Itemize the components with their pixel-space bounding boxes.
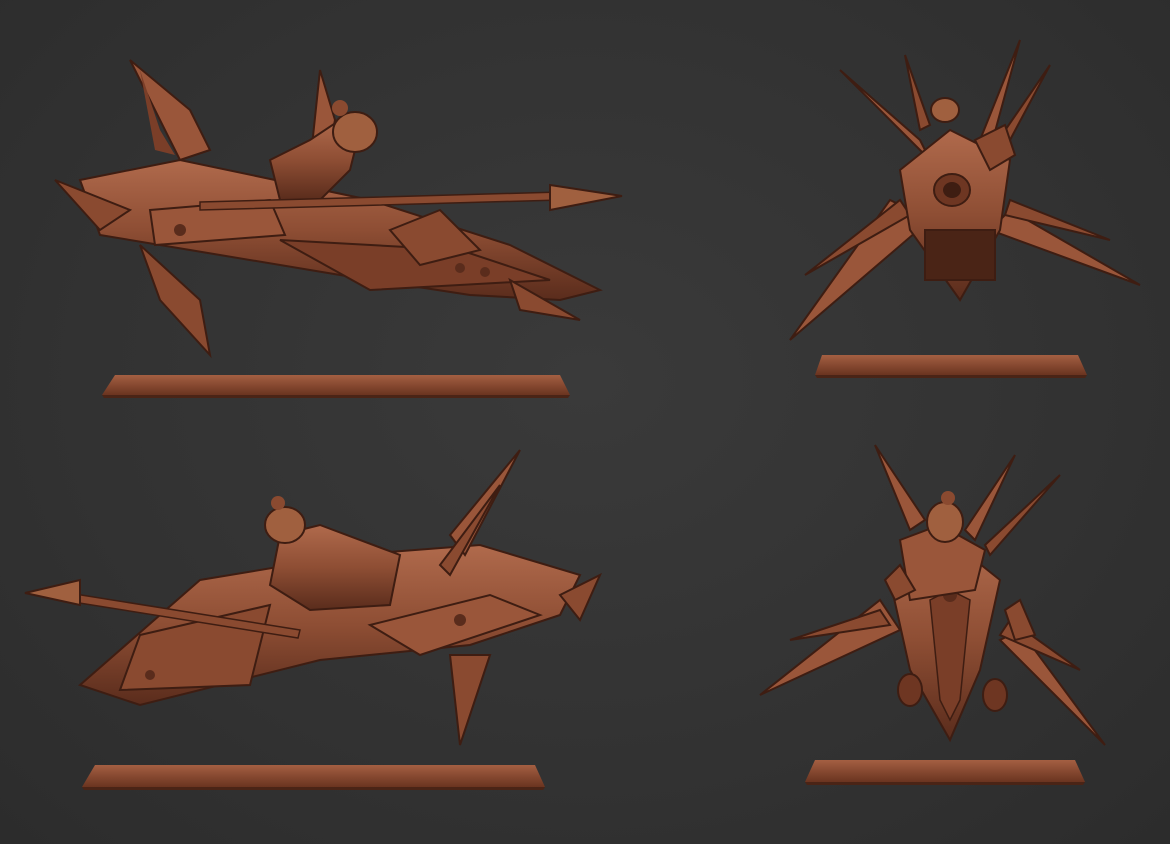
render-canvas (0, 0, 1170, 844)
side-view-left (40, 50, 640, 410)
rider-figure (264, 496, 402, 612)
three-quarter-view (750, 440, 1150, 800)
front-view (780, 30, 1160, 390)
display-base (805, 760, 1085, 785)
display-base (82, 765, 545, 790)
side-view-right (20, 445, 620, 805)
display-base (815, 355, 1087, 378)
display-base (102, 375, 570, 398)
